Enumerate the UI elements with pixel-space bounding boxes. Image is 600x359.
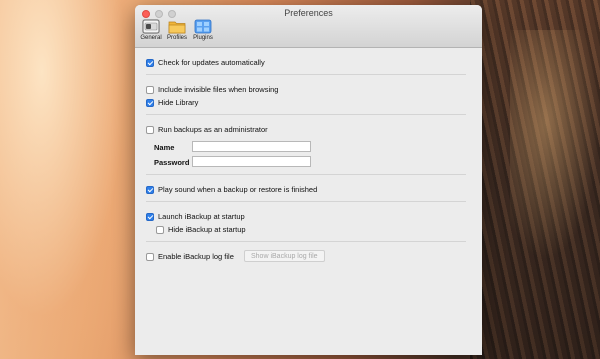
run-as-admin-option[interactable]: Run backups as an administrator (146, 125, 268, 134)
tab-profiles-label: Profiles (166, 35, 187, 41)
tab-plugins-label: Plugins (193, 35, 213, 41)
preferences-window: Preferences General Profiles Plugins Che… (135, 5, 482, 355)
window-title: Preferences (284, 8, 333, 18)
general-switch-icon (142, 19, 160, 34)
titlebar: Preferences General Profiles Plugins (135, 5, 482, 48)
enable-log-option[interactable]: Enable iBackup log file (146, 252, 234, 261)
divider (146, 74, 466, 75)
password-field[interactable] (192, 156, 311, 167)
play-sound-checkbox[interactable] (146, 185, 154, 194)
hide-startup-checkbox[interactable] (156, 225, 164, 234)
tab-profiles[interactable]: Profiles (165, 19, 189, 41)
hide-startup-option[interactable]: Hide iBackup at startup (156, 225, 246, 234)
plugins-grid-icon (194, 19, 212, 34)
tab-general-label: General (140, 35, 162, 41)
desktop-wallpaper-highlight (510, 30, 600, 260)
name-field[interactable] (192, 141, 311, 152)
tab-plugins[interactable]: Plugins (191, 19, 215, 41)
enable-log-checkbox[interactable] (146, 252, 154, 261)
include-invisible-label: Include invisible files when browsing (158, 85, 279, 94)
divider (146, 201, 466, 202)
hide-library-label: Hide Library (158, 98, 199, 107)
run-as-admin-checkbox[interactable] (146, 125, 154, 134)
include-invisible-checkbox[interactable] (146, 85, 154, 94)
hide-startup-label: Hide iBackup at startup (168, 225, 246, 234)
hide-library-option[interactable]: Hide Library (146, 98, 198, 107)
profiles-folder-icon (168, 19, 186, 34)
include-invisible-option[interactable]: Include invisible files when browsing (146, 85, 278, 94)
divider (146, 241, 466, 242)
play-sound-label: Play sound when a backup or restore is f… (158, 185, 318, 194)
preferences-toolbar: General Profiles Plugins (139, 19, 215, 41)
play-sound-option[interactable]: Play sound when a backup or restore is f… (146, 185, 317, 194)
divider (146, 174, 466, 175)
launch-startup-checkbox[interactable] (146, 212, 154, 221)
tab-general[interactable]: General (139, 19, 163, 41)
name-label: Name (154, 143, 175, 152)
divider (146, 114, 466, 115)
desktop-wallpaper-glow (0, 0, 140, 359)
check-updates-checkbox[interactable] (146, 58, 154, 67)
hide-library-checkbox[interactable] (146, 98, 154, 107)
show-log-button[interactable]: Show iBackup log file (244, 250, 325, 262)
check-updates-option[interactable]: Check for updates automatically (146, 58, 265, 67)
launch-startup-label: Launch iBackup at startup (158, 212, 245, 221)
launch-startup-option[interactable]: Launch iBackup at startup (146, 212, 245, 221)
run-as-admin-label: Run backups as an administrator (158, 125, 268, 134)
enable-log-label: Enable iBackup log file (158, 252, 234, 261)
check-updates-label: Check for updates automatically (158, 58, 265, 67)
password-label: Password (154, 158, 190, 167)
